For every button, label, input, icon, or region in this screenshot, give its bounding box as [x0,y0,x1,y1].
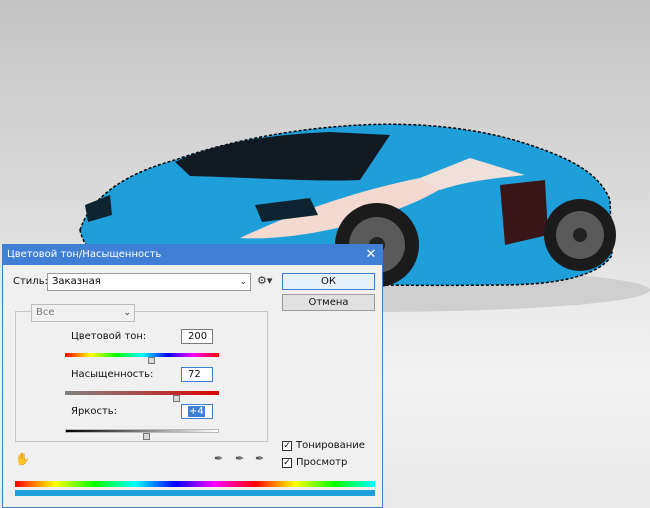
saturation-input[interactable]: 72 [181,367,213,382]
colorize-checkbox[interactable]: ✓ [282,441,292,451]
style-select-value: Заказная [52,276,101,287]
lightness-slider-track[interactable] [65,429,219,440]
dialog-title: Цветовой тон/Насыщенность [7,249,162,260]
rear-wheel-hub [573,228,587,242]
preview-checkbox[interactable]: ✓ [282,458,292,468]
eyedropper-icon[interactable]: ✒ [214,452,223,465]
hand-icon[interactable]: ✋ [15,452,30,466]
channel-select[interactable]: Все ⌄ [31,304,135,322]
saturation-label: Насыщенность: [71,369,154,380]
saturation-slider-thumb[interactable] [173,395,180,402]
chevron-down-icon: ⌄ [123,308,131,318]
preview-label: Просмотр [296,457,348,468]
check-icon: ✓ [283,441,291,451]
output-color-bar [15,490,375,496]
colorize-label: Тонирование [296,440,365,451]
lightness-input-value: +4 [188,406,205,417]
close-button[interactable]: ✕ [362,247,380,263]
car-air-intake [500,180,548,245]
channel-select-value: Все [36,307,55,318]
lightness-input[interactable]: +4 [181,404,213,419]
hue-label: Цветовой тон: [71,331,147,342]
chevron-down-icon: ⌄ [239,277,247,287]
hue-input[interactable]: 200 [181,329,213,344]
hue-slider-thumb[interactable] [148,357,155,364]
saturation-slider-track[interactable] [65,391,219,402]
style-select[interactable]: Заказная ⌄ [47,273,251,291]
lightness-slider-thumb[interactable] [143,433,150,440]
ok-button[interactable]: ОК [282,273,375,290]
check-icon: ✓ [283,458,291,468]
eyedropper-minus-icon[interactable]: ✒ [255,452,264,465]
cancel-button[interactable]: Отмена [282,294,375,311]
lightness-label: Яркость: [71,406,118,417]
dialog-title-bar[interactable]: Цветовой тон/Насыщенность ✕ [3,245,382,265]
hue-slider-track[interactable] [65,353,219,364]
hue-saturation-dialog: Цветовой тон/Насыщенность ✕ Стиль: Заказ… [2,244,383,508]
style-label: Стиль: [13,276,48,287]
car-windshield [175,132,390,181]
eyedropper-plus-icon[interactable]: ✒ [235,452,244,465]
gear-icon[interactable]: ⚙▾ [257,274,272,287]
input-color-bar [15,481,375,487]
